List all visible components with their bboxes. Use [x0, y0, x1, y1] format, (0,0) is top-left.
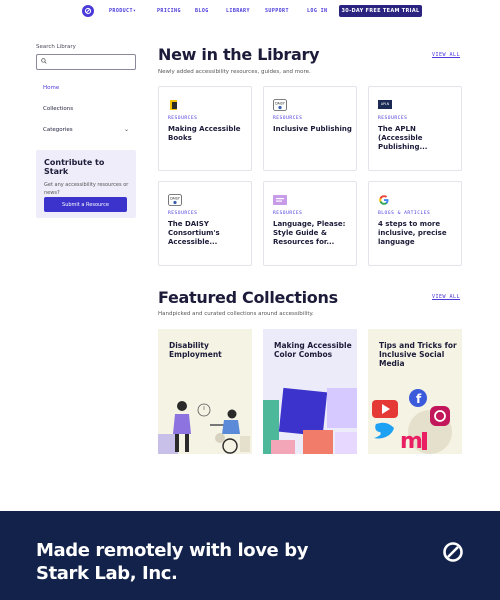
disability-employment-illustration — [158, 401, 250, 454]
library-title: New in the Library — [158, 45, 320, 64]
google-logo-icon — [378, 191, 390, 205]
resource-tag: RESOURCES — [168, 116, 198, 121]
collection-title: Making Accessible Color Combos — [274, 341, 352, 359]
footer-tagline: Made remotely with love by Stark Lab, In… — [36, 539, 308, 585]
language-please-icon — [273, 191, 287, 205]
library-view-all-link[interactable]: VIEW ALL — [432, 52, 460, 58]
svg-text:DAISY: DAISY — [170, 197, 180, 201]
daisy-logo-icon: DAISY — [168, 191, 182, 206]
resource-card[interactable]: RESOURCES Language, Please: Style Guide … — [263, 181, 357, 266]
twitter-icon — [374, 422, 394, 439]
search-icon — [41, 58, 47, 66]
collection-title: Disability Employment — [169, 341, 222, 359]
stark-logo-icon[interactable] — [82, 5, 94, 17]
resource-title: Inclusive Publishing — [273, 125, 352, 133]
making-books-icon — [168, 96, 180, 110]
instagram-icon — [430, 406, 450, 426]
svg-text:f: f — [416, 392, 422, 406]
svg-text:APLN: APLN — [381, 102, 390, 106]
contribute-title: Contribute to Stark — [44, 158, 105, 176]
chevron-down-icon: ▾ — [132, 8, 137, 14]
nav-pricing[interactable]: PRICING — [157, 8, 181, 14]
collections-title: Featured Collections — [158, 288, 338, 307]
footer: Made remotely with love by Stark Lab, In… — [0, 511, 500, 600]
free-trial-button[interactable]: 30-DAY FREE TEAM TRIAL — [339, 5, 422, 17]
resource-title: Language, Please: Style Guide & Resource… — [273, 220, 346, 246]
resource-title: The DAISY Consortium's Accessible... — [168, 220, 220, 246]
nav-login[interactable]: LOG IN — [307, 8, 327, 14]
top-nav: PRODUCT▾ PRICING BLOG LIBRARY SUPPORT LO… — [0, 0, 500, 23]
svg-text:DAISY: DAISY — [275, 102, 285, 106]
collections-subtitle: Handpicked and curated collections aroun… — [158, 311, 314, 317]
collection-title: Tips and Tricks for Inclusive Social Med… — [379, 341, 457, 368]
resource-card[interactable]: RESOURCES Making Accessible Books — [158, 86, 252, 171]
nav-support[interactable]: SUPPORT — [265, 8, 289, 14]
sidebar-item-home[interactable]: Home — [43, 85, 59, 91]
resource-tag: RESOURCES — [168, 211, 198, 216]
nav-blog[interactable]: BLOG — [195, 8, 209, 14]
stark-logo-icon[interactable] — [441, 540, 465, 564]
contribute-text: Get any accessibility resources or news? — [44, 182, 129, 196]
footer-tagline-line2: Stark Lab, Inc. — [36, 563, 178, 584]
resource-title: 4 steps to more inclusive, precise langu… — [378, 220, 447, 246]
resource-tag: RESOURCES — [273, 116, 303, 121]
apln-logo-icon: APLN — [378, 96, 392, 109]
library-subtitle: Newly added accessibility resources, gui… — [158, 69, 311, 75]
resource-card[interactable]: BLOGS & ARTICLES 4 steps to more inclusi… — [368, 181, 462, 266]
sidebar-item-collections[interactable]: Collections — [43, 106, 73, 112]
footer-tagline-line1: Made remotely with love by — [36, 540, 309, 561]
collection-card[interactable]: Tips and Tricks for Inclusive Social Med… — [368, 329, 462, 454]
sidebar-item-categories[interactable]: Categories — [43, 127, 73, 133]
nav-library[interactable]: LIBRARY — [226, 8, 250, 14]
contribute-panel: Contribute to Stark Get any accessibilit… — [36, 150, 136, 218]
resource-title: The APLN (Accessible Publishing... — [378, 125, 428, 151]
collection-card[interactable]: Making Accessible Color Combos — [263, 329, 357, 454]
resource-card[interactable]: DAISY RESOURCES The DAISY Consortium's A… — [158, 181, 252, 266]
daisy-logo-icon: DAISY — [273, 96, 287, 111]
search-input[interactable] — [36, 54, 136, 70]
sidebar: Search Library Home Collections Categori… — [36, 44, 136, 218]
color-combos-illustration — [263, 387, 357, 454]
resource-card[interactable]: APLN RESOURCES The APLN (Accessible Publ… — [368, 86, 462, 171]
svg-text:m: m — [400, 429, 423, 454]
nav-product[interactable]: PRODUCT▾ — [109, 8, 136, 14]
collection-card[interactable]: Disability Employment — [158, 329, 252, 454]
submit-resource-button[interactable]: Submit a Resource — [44, 197, 127, 212]
chevron-down-icon[interactable]: ⌄ — [124, 126, 129, 133]
resource-tag: BLOGS & ARTICLES — [378, 211, 431, 216]
resource-card[interactable]: DAISY RESOURCES Inclusive Publishing — [263, 86, 357, 171]
resource-tag: RESOURCES — [273, 211, 303, 216]
resource-title: Making Accessible Books — [168, 125, 241, 142]
resource-tag: RESOURCES — [378, 116, 408, 121]
social-media-illustration: f m — [372, 389, 452, 454]
search-label: Search Library — [36, 44, 76, 50]
collections-view-all-link[interactable]: VIEW ALL — [432, 294, 460, 300]
